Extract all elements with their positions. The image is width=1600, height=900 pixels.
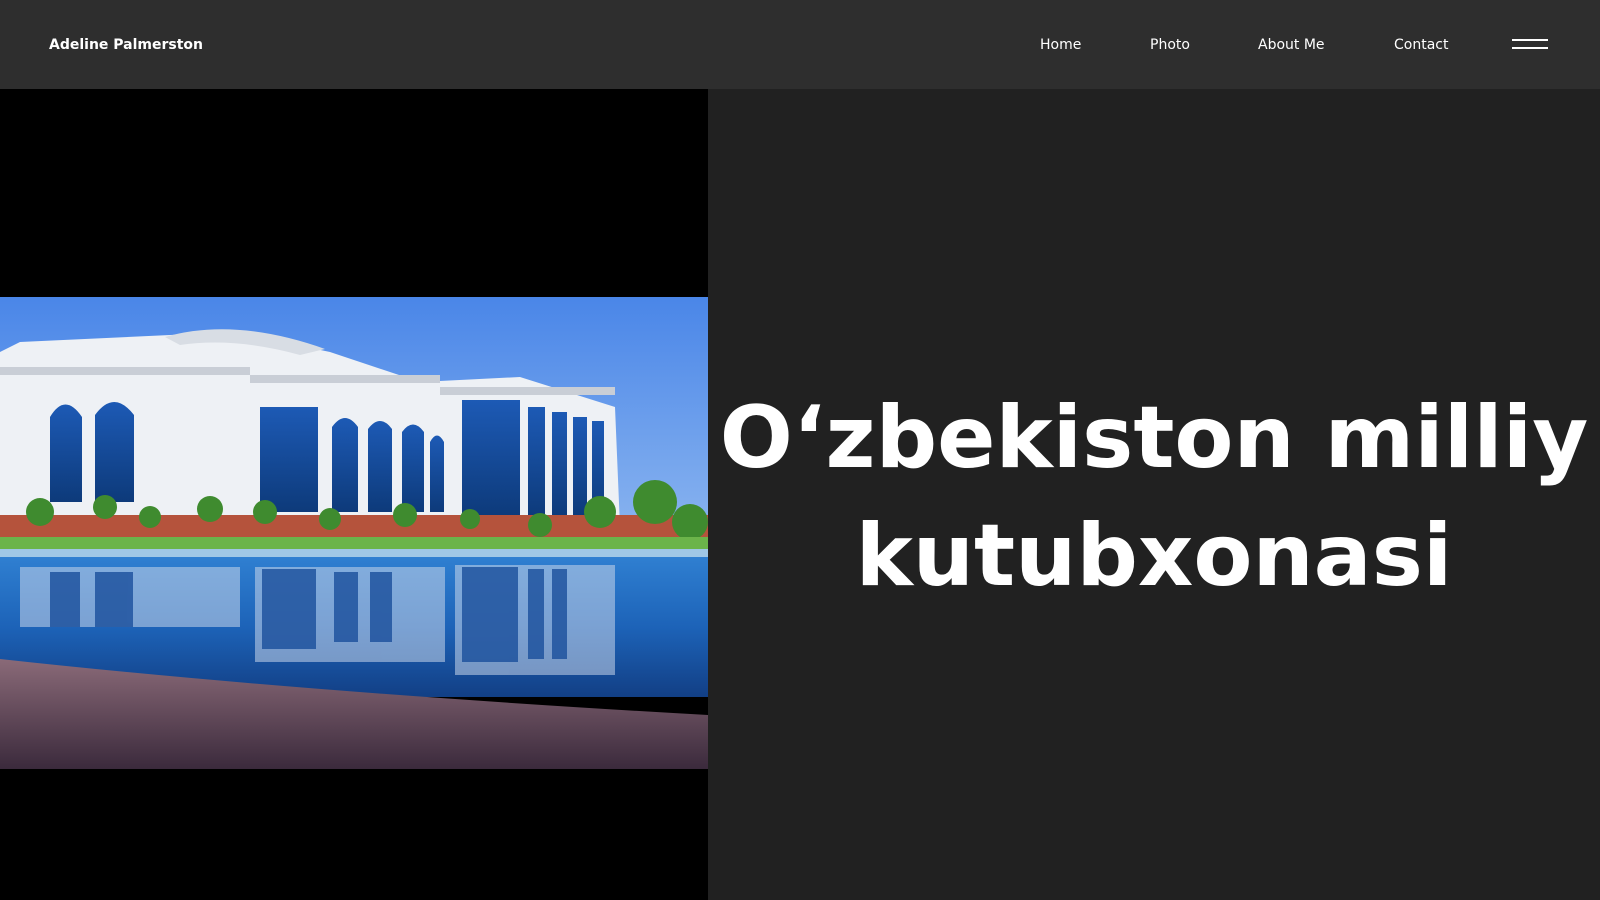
hamburger-line-bottom bbox=[1512, 47, 1548, 49]
hamburger-line-top bbox=[1512, 39, 1548, 41]
nav-link-about-me[interactable]: About Me bbox=[1258, 35, 1325, 55]
hero-title-line-1: O‘zbekiston milliy bbox=[719, 388, 1589, 488]
nav-link-photo[interactable]: Photo bbox=[1150, 35, 1190, 55]
hero-image-panel bbox=[0, 89, 708, 900]
hero-text-panel: O‘zbekiston milliy kutubxonasi bbox=[708, 89, 1600, 900]
hamburger-icon[interactable] bbox=[1512, 36, 1548, 52]
hero-title: O‘zbekiston milliy kutubxonasi bbox=[708, 379, 1600, 615]
library-building-image bbox=[0, 297, 708, 769]
site-brand-link[interactable]: Adeline Palmerston bbox=[49, 35, 203, 55]
hero-title-line-2: kutubxonasi bbox=[855, 506, 1453, 606]
nav-link-home[interactable]: Home bbox=[1040, 35, 1081, 55]
hero-photo bbox=[0, 297, 708, 769]
top-navbar: Adeline Palmerston Home Photo About Me C… bbox=[0, 0, 1600, 89]
nav-link-contact[interactable]: Contact bbox=[1394, 35, 1448, 55]
